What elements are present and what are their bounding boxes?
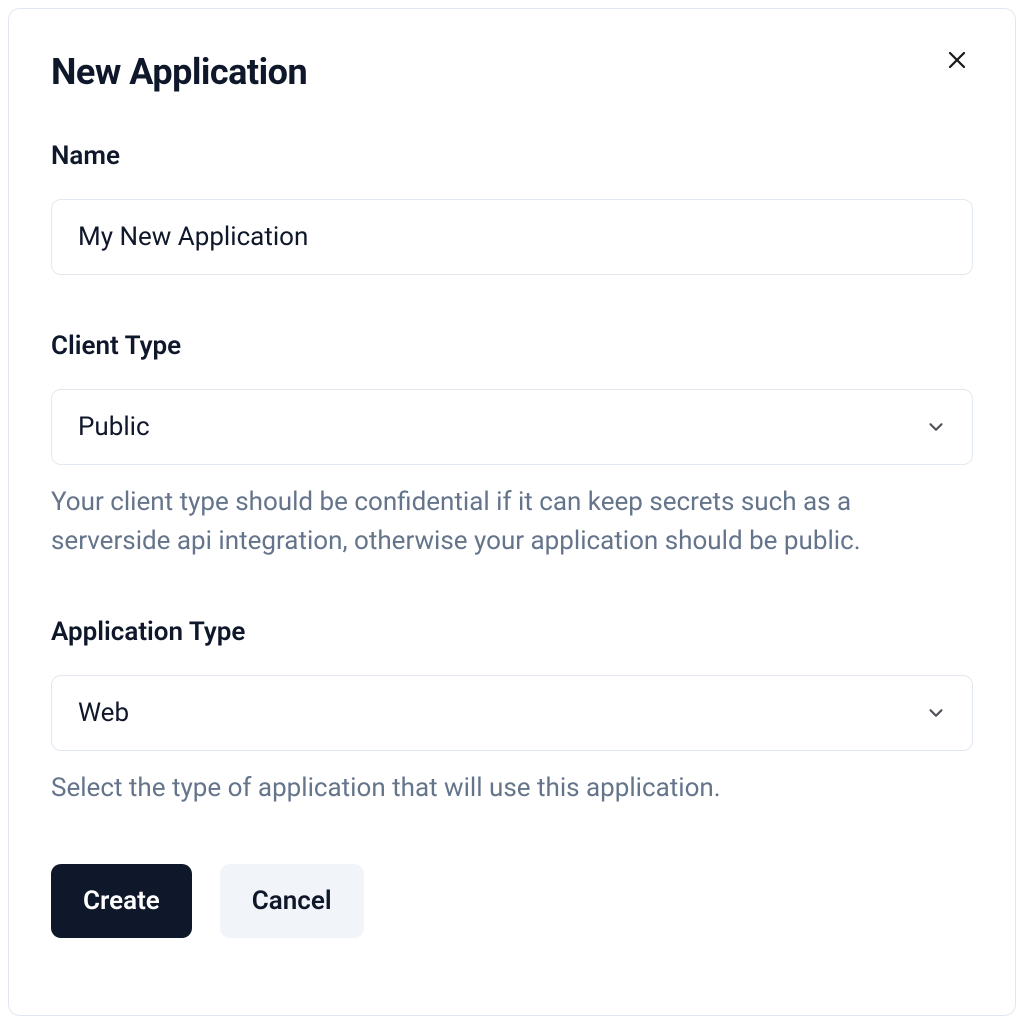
name-field-group: Name bbox=[51, 141, 973, 275]
application-type-select-wrapper: Web bbox=[51, 675, 973, 751]
client-type-select[interactable]: Public bbox=[51, 389, 973, 465]
client-type-field-group: Client Type Public Your client type shou… bbox=[51, 331, 973, 561]
create-button[interactable]: Create bbox=[51, 864, 192, 938]
application-type-select[interactable]: Web bbox=[51, 675, 973, 751]
client-type-label: Client Type bbox=[51, 331, 973, 361]
client-type-select-wrapper: Public bbox=[51, 389, 973, 465]
new-application-modal: New Application Name Client Type Public … bbox=[8, 8, 1016, 1016]
close-button[interactable] bbox=[939, 43, 975, 79]
button-row: Create Cancel bbox=[51, 864, 973, 938]
cancel-button[interactable]: Cancel bbox=[220, 864, 364, 938]
close-icon bbox=[945, 48, 969, 75]
application-type-field-group: Application Type Web Select the type of … bbox=[51, 617, 973, 808]
application-type-help-text: Select the type of application that will… bbox=[51, 769, 973, 808]
application-type-label: Application Type bbox=[51, 617, 973, 647]
name-label: Name bbox=[51, 141, 973, 171]
name-input[interactable] bbox=[51, 199, 973, 275]
modal-title: New Application bbox=[51, 51, 973, 93]
client-type-help-text: Your client type should be confidential … bbox=[51, 483, 973, 561]
